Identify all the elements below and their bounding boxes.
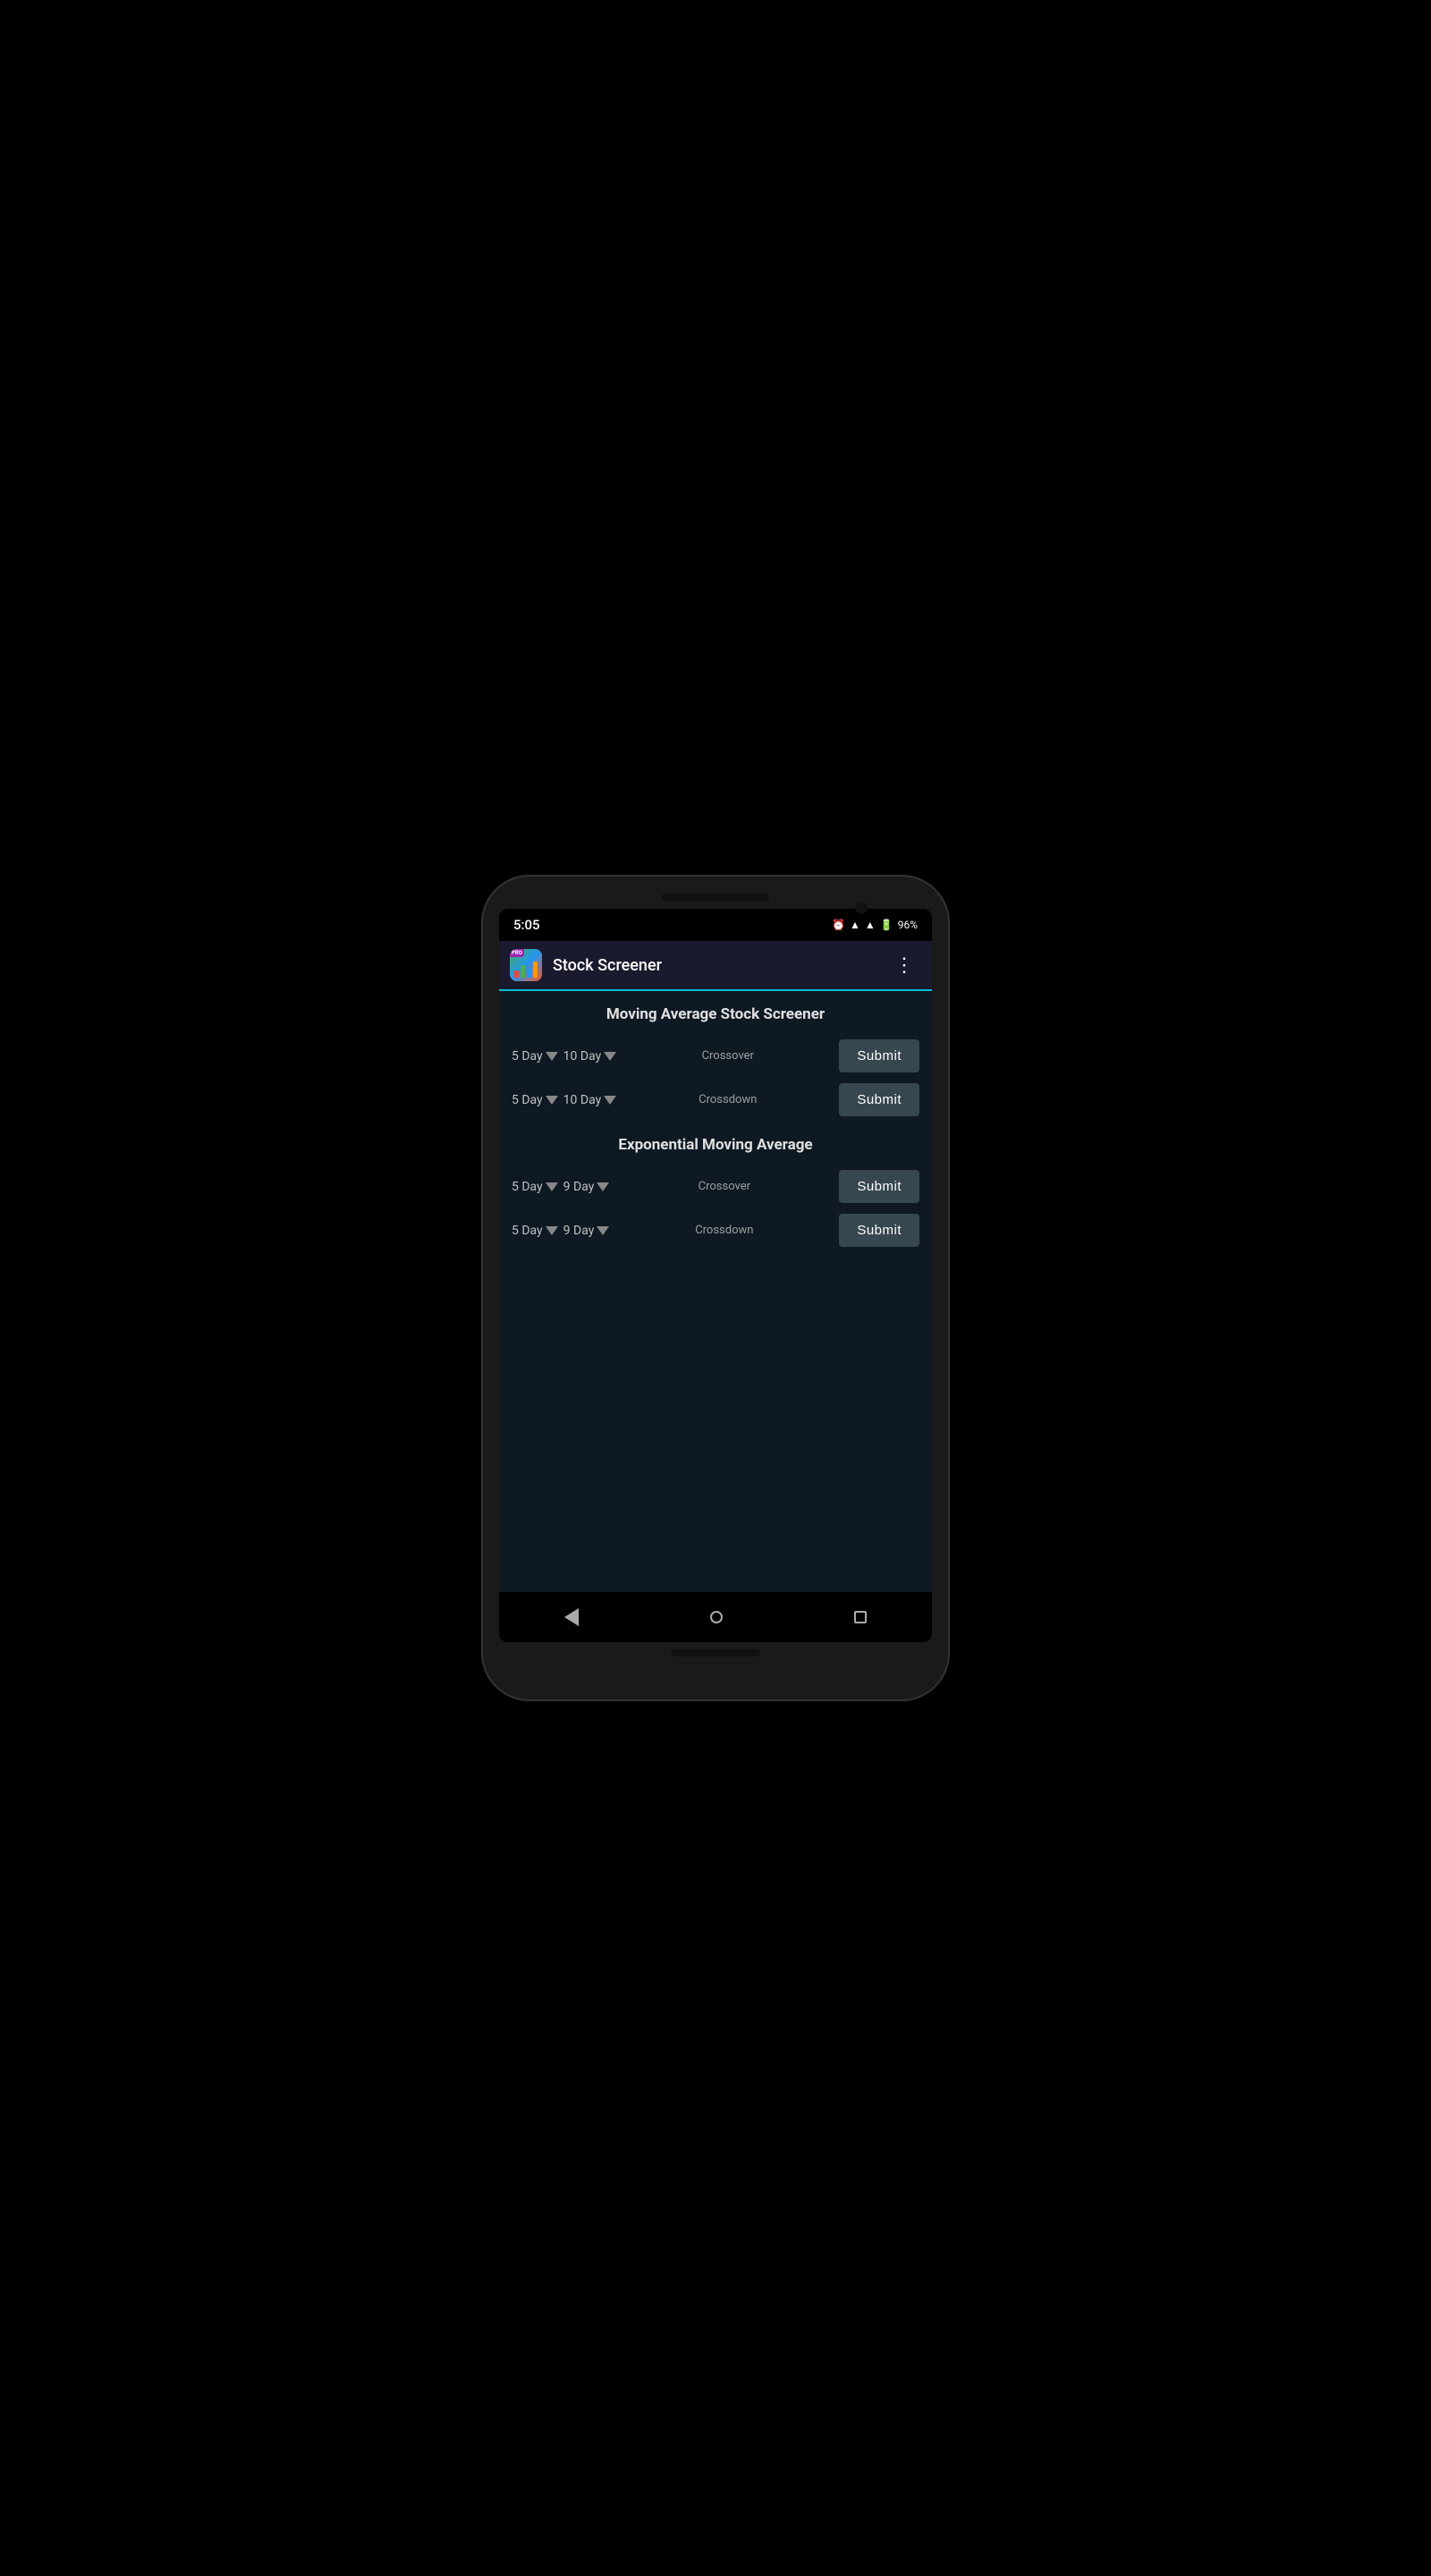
ma1-dropdown1-arrow: [546, 1052, 558, 1061]
ma2-dropdown2-label: 10 Day: [563, 1093, 602, 1107]
ma1-dropdown2[interactable]: 10 Day: [563, 1049, 617, 1063]
phone-screen: 5:05 ⏰ ▲ ▲ 🔋 96% PRO: [499, 909, 932, 1642]
battery-icon: 🔋: [880, 919, 893, 931]
ema1-dropdown1[interactable]: 5 Day: [512, 1180, 558, 1194]
app-title: Stock Screener: [553, 956, 887, 975]
ma1-dropdown2-label: 10 Day: [563, 1049, 602, 1063]
bar-chart-icon: [512, 960, 539, 979]
main-content: Moving Average Stock Screener 5 Day 10 D…: [499, 991, 932, 1592]
status-icons: ⏰ ▲ ▲ 🔋 96%: [832, 919, 918, 931]
ma-row-1: 5 Day 10 Day Crossover Submit: [499, 1034, 932, 1078]
ema2-dropdown1[interactable]: 5 Day: [512, 1224, 558, 1238]
battery-percent: 96%: [898, 919, 918, 931]
ema2-dropdown1-label: 5 Day: [512, 1224, 543, 1238]
ma2-crossdown-label: Crossdown: [622, 1093, 834, 1106]
nav-recent-button[interactable]: [827, 1602, 893, 1632]
ema-row-2: 5 Day 9 Day Crossdown Submit: [499, 1208, 932, 1252]
signal-icon: ▲: [865, 919, 876, 931]
ema-row-1: 5 Day 9 Day Crossover Submit: [499, 1165, 932, 1208]
ema1-dropdown1-arrow: [546, 1182, 558, 1191]
ema1-dropdown2-arrow: [597, 1182, 609, 1191]
nav-back-icon: [564, 1608, 579, 1626]
status-time: 5:05: [513, 917, 540, 933]
ma1-dropdown2-arrow: [604, 1052, 616, 1061]
nav-recent-icon: [854, 1611, 867, 1623]
speaker-top: [662, 893, 769, 902]
nav-home-icon: [710, 1611, 723, 1623]
phone-frame: 5:05 ⏰ ▲ ▲ 🔋 96% PRO: [483, 877, 948, 1699]
pro-badge: PRO: [510, 949, 524, 957]
ma2-submit-button[interactable]: Submit: [839, 1083, 919, 1116]
ema1-dropdown1-label: 5 Day: [512, 1180, 543, 1194]
ema1-dropdown2[interactable]: 9 Day: [563, 1180, 610, 1194]
more-menu-icon[interactable]: ⋮: [887, 951, 921, 980]
status-bar: 5:05 ⏰ ▲ ▲ 🔋 96%: [499, 909, 932, 941]
ma2-dropdown1-arrow: [546, 1096, 558, 1105]
ma1-dropdown1[interactable]: 5 Day: [512, 1049, 558, 1063]
ma1-crossover-label: Crossover: [622, 1049, 834, 1063]
app-icon: PRO: [510, 949, 542, 981]
front-camera: [855, 902, 868, 914]
moving-average-section-title: Moving Average Stock Screener: [499, 991, 932, 1034]
ema2-crossdown-label: Crossdown: [614, 1224, 834, 1237]
ema2-dropdown1-arrow: [546, 1226, 558, 1235]
ma2-dropdown1-label: 5 Day: [512, 1093, 543, 1107]
ma1-dropdown1-label: 5 Day: [512, 1049, 543, 1063]
app-bar: PRO Stock Screener ⋮: [499, 941, 932, 991]
ema2-dropdown2-arrow: [597, 1226, 609, 1235]
ma-row-2: 5 Day 10 Day Crossdown Submit: [499, 1078, 932, 1122]
navigation-bar: [499, 1592, 932, 1642]
ema-section-title: Exponential Moving Average: [499, 1122, 932, 1165]
ema2-dropdown2-label: 9 Day: [563, 1224, 595, 1238]
ema1-dropdown2-label: 9 Day: [563, 1180, 595, 1194]
wifi-icon: ▲: [850, 919, 860, 931]
ma2-dropdown1[interactable]: 5 Day: [512, 1093, 558, 1107]
ema1-crossover-label: Crossover: [614, 1180, 834, 1193]
app-icon-inner: PRO: [510, 949, 542, 981]
ma2-dropdown2-arrow: [604, 1096, 616, 1105]
ma1-submit-button[interactable]: Submit: [839, 1039, 919, 1072]
ema1-submit-button[interactable]: Submit: [839, 1170, 919, 1203]
alarm-icon: ⏰: [832, 919, 845, 931]
ma2-dropdown2[interactable]: 10 Day: [563, 1093, 617, 1107]
nav-home-button[interactable]: [683, 1602, 749, 1632]
ema2-dropdown2[interactable]: 9 Day: [563, 1224, 610, 1238]
nav-back-button[interactable]: [538, 1599, 605, 1635]
ema2-submit-button[interactable]: Submit: [839, 1214, 919, 1247]
speaker-bottom: [671, 1649, 760, 1657]
